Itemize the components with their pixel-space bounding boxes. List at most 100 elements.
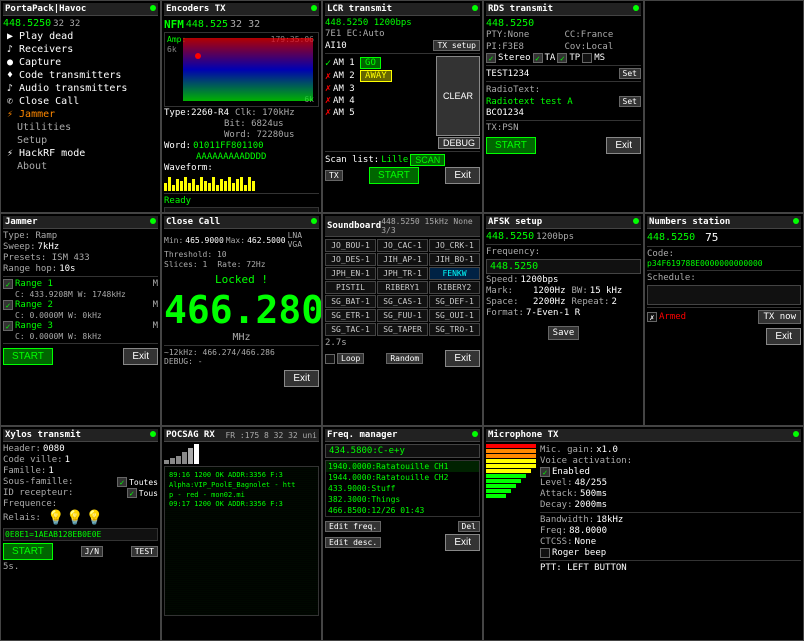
jammer-start-button[interactable]: START [3,348,53,365]
fm-entry2[interactable]: 1944.0000:Ratatouille CH2 [326,472,479,483]
ta-checkbox[interactable]: ✓ [533,53,543,63]
sb-sg-taper[interactable]: SG_TAPER [377,323,428,336]
roger-checkbox[interactable] [540,548,550,558]
sb-jo-crk[interactable]: JO_CRK-1 [429,239,480,252]
scan-city: Lille [381,155,408,165]
clear-button[interactable]: CLEAR [436,56,480,136]
edit-freq-button[interactable]: Edit freq. [325,521,381,532]
stereo-checkbox[interactable]: ✓ [486,53,496,63]
lcr-signals-list: ✓ AM 1 GO ✗ AM 2 AWAY ✗ AM 3 ✗ AM 4 ✗ AM… [325,56,434,136]
jammer-exit-button[interactable]: Exit [123,348,158,365]
fm-entry3[interactable]: 433.9000:Stuff [326,483,479,494]
sb-fenkw[interactable]: FENKW [429,267,480,280]
sb-ribery1[interactable]: RIBERY1 [377,281,428,294]
menu-close-call[interactable]: ✆ Close Call [3,95,158,108]
rds-set2-button[interactable]: Set [619,96,641,107]
sb-sg-oui[interactable]: SG_OUI-1 [429,309,480,322]
cc-exit-button[interactable]: Exit [284,370,319,387]
edit-desc-button[interactable]: Edit desc. [325,537,381,548]
soundboard-btn-row: Loop Random Exit [325,350,480,367]
toutes-checkbox[interactable]: ✓ [117,477,127,487]
sb-jph-tr[interactable]: JPH_TR-1 [377,267,428,280]
fm-entry1[interactable]: 1940.0000:Ratatouille CH1 [326,461,479,472]
vu-yellow2 [486,464,536,468]
tx-setup-button[interactable]: TX setup [433,40,480,51]
rds-start-button[interactable]: START [486,137,536,154]
am1-go-button[interactable]: GO [360,57,381,69]
loop-button[interactable]: Loop [337,353,364,364]
sb-sg-def[interactable]: SG_DEF-1 [429,295,480,308]
sb-jo-bou[interactable]: JO_BOU-1 [325,239,376,252]
xylos-jn-button[interactable]: J/N [81,546,103,557]
tous-checkbox[interactable]: ✓ [127,488,137,498]
sb-sg-etr[interactable]: SG_ETR-1 [325,309,376,322]
sb-sg-bat[interactable]: SG_BAT-1 [325,295,376,308]
mic-decay-val: 2000ms [575,500,608,510]
sb-sg-cas[interactable]: SG_CAS-1 [377,295,428,308]
rds-rt-val: Radiotext test A [486,97,617,107]
afsk-bw-label: BW: [572,286,588,296]
numbers-exit-button[interactable]: Exit [766,328,801,345]
menu-about[interactable]: About [3,160,158,173]
sb-jih-bo[interactable]: JIH_BO-1 [429,253,480,266]
rds-freq: 448.5250 [486,18,534,29]
rds-exit-button[interactable]: Exit [606,137,641,154]
menu-hackrf[interactable]: ⚡ HackRF mode [3,147,158,160]
afsk-freq-row: 448.5250 1200bps [486,231,641,242]
sb-jo-cac[interactable]: JO_CAC-1 [377,239,428,252]
fm-entry5[interactable]: 466.8500:12/26 01:43 [326,505,479,516]
afsk-save-button[interactable]: Save [548,326,580,340]
mic-enabled-checkbox[interactable]: ✓ [540,467,550,477]
range3-c: C: 0.0000M W: 8kHz [3,332,158,341]
lcr-tx-button[interactable]: TX [325,170,343,181]
menu-setup[interactable]: Setup [3,134,158,147]
numbers-schedule-input[interactable] [647,285,801,305]
sb-ribery2[interactable]: RIBERY2 [429,281,480,294]
sb-sg-tro[interactable]: SG_TRO-1 [429,323,480,336]
range1-checkbox[interactable]: ✓ [3,279,13,289]
encoders-freq2: 448.525 [186,19,228,30]
menu-utilities[interactable]: Utilities [3,121,158,134]
armed-checkbox[interactable]: ✗ [647,312,657,322]
sb-sg-tac[interactable]: SG_TAC-1 [325,323,376,336]
loop-checkbox[interactable] [325,354,335,364]
am5-label: AM 5 [333,108,358,118]
menu-jammer[interactable]: ⚡ Jammer [3,108,158,121]
sb-pistil[interactable]: PISTIL [325,281,376,294]
sb-jo-des[interactable]: JO_DES-1 [325,253,376,266]
xylos-test-button[interactable]: TEST [131,546,158,557]
rds-sep1 [486,65,641,66]
random-button[interactable]: Random [386,353,423,364]
menu-play-dead[interactable]: ▶ Play dead [3,30,158,43]
menu-receivers[interactable]: ♪ Receivers [3,43,158,56]
debug-button[interactable]: DEBUG [438,137,480,149]
fm-btn-row1: Edit freq. Del [325,521,480,532]
tp-checkbox[interactable]: ✓ [557,53,567,63]
sb-jph-en[interactable]: JPH_EN-1 [325,267,376,280]
encoders-title: Encoders TX [166,4,226,14]
start-button[interactable]: START [369,167,419,184]
toutes-label: Toutes [129,478,158,487]
scan-button[interactable]: SCAN [410,154,445,166]
xylos-start-button[interactable]: START [3,543,53,560]
afsk-freq: 448.5250 [486,231,534,242]
am2-away-button[interactable]: AWAY [360,70,392,82]
xylos-id-label: ID recepteur: [3,488,73,498]
rds-set1-button[interactable]: Set [619,68,641,79]
fm-entry4[interactable]: 382.3000:Things [326,494,479,505]
soundboard-exit-button[interactable]: Exit [445,350,480,367]
del-button[interactable]: Del [458,521,480,532]
tx-now-button[interactable]: TX now [758,310,801,324]
menu-audio-tx[interactable]: ♪ Audio transmitters [3,82,158,95]
encoders-waveform-label-row: Waveform: [164,163,319,173]
menu-code-tx[interactable]: ♦ Code transmitters [3,69,158,82]
ms-checkbox[interactable] [582,53,592,63]
menu-capture[interactable]: ● Capture [3,56,158,69]
range3-checkbox[interactable]: ✓ [3,321,13,331]
afsk-freq-input[interactable]: 448.5250 [486,259,641,274]
sb-sg-fuu[interactable]: SG_FUU-1 [377,309,428,322]
sb-jih-ap[interactable]: JIH_AP-1 [377,253,428,266]
exit-button[interactable]: Exit [445,167,480,184]
range2-checkbox[interactable]: ✓ [3,300,13,310]
fm-exit-button[interactable]: Exit [445,534,480,551]
